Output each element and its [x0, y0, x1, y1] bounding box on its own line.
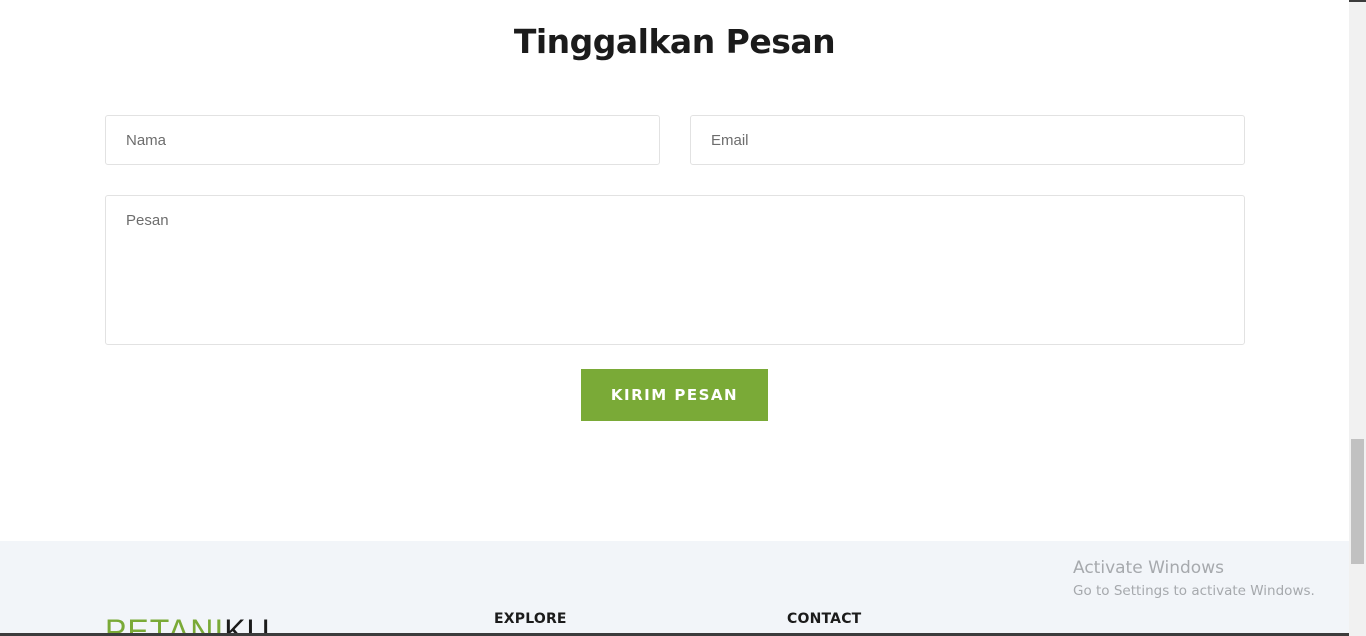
scrollbar-thumb[interactable] — [1351, 439, 1364, 564]
send-message-button[interactable]: KIRIM PESAN — [581, 369, 768, 421]
email-input[interactable] — [690, 115, 1245, 165]
footer-heading-contact: CONTACT — [787, 611, 862, 627]
section-title: Tinggalkan Pesan — [513, 22, 836, 61]
name-input[interactable] — [105, 115, 660, 165]
page-content: Tinggalkan Pesan KIRIM PESAN PETANIKU EX… — [0, 0, 1349, 636]
message-textarea[interactable] — [105, 195, 1245, 345]
windows-activation-watermark: Activate Windows Go to Settings to activ… — [1073, 557, 1315, 601]
footer-heading-explore: EXPLORE — [494, 611, 567, 627]
vertical-scrollbar[interactable] — [1349, 2, 1366, 636]
watermark-subtitle: Go to Settings to activate Windows. — [1073, 583, 1315, 599]
watermark-title: Activate Windows — [1073, 558, 1224, 578]
